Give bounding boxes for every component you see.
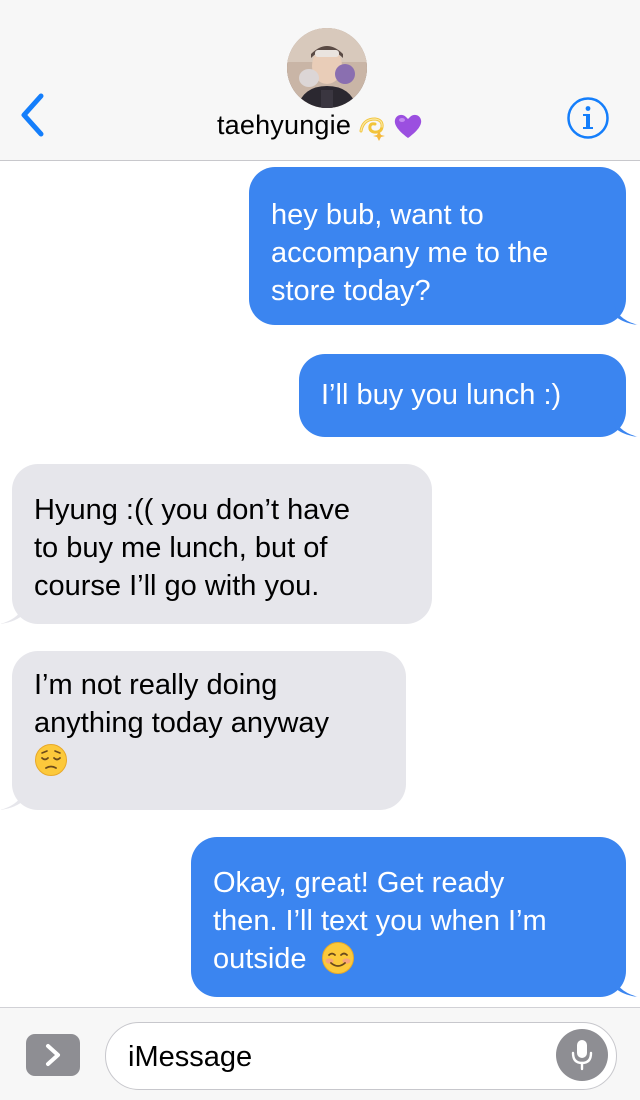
- dictation-button[interactable]: [556, 1029, 608, 1081]
- conversation-header: taehyungie: [0, 0, 640, 161]
- bubble-tail-outgoing: [614, 303, 638, 325]
- message-text: Okay, great! Get ready then. I’ll text y…: [213, 867, 547, 975]
- message-thread: hey bub, want to accompany me to the sto…: [0, 161, 640, 1007]
- chevron-right-icon: [46, 1044, 60, 1066]
- message-bubble-outgoing[interactable]: hey bub, want to accompany me to the sto…: [249, 167, 626, 325]
- message-bubble-outgoing[interactable]: I’ll buy you lunch :): [299, 354, 626, 437]
- imessage-screen: taehyungie hey bub, want to accompany me…: [0, 0, 640, 1100]
- info-button[interactable]: [566, 96, 610, 140]
- apps-button[interactable]: [26, 1034, 80, 1076]
- purple-heart-emoji-icon: [394, 114, 422, 138]
- message-bubble-incoming[interactable]: I’m not really doing anything today anyw…: [12, 651, 406, 810]
- pensive-face-emoji-icon: [35, 744, 67, 776]
- dizzy-emoji-icon: [359, 116, 386, 141]
- bubble-tail-outgoing: [614, 415, 638, 437]
- message-input-bar: [0, 1007, 640, 1100]
- message-text: hey bub, want to accompany me to the sto…: [271, 199, 549, 307]
- info-icon: [567, 97, 609, 139]
- message-bubble-incoming[interactable]: Hyung :(( you don’t have to buy me lunch…: [12, 464, 432, 624]
- message-text: Hyung :(( you don’t have to buy me lunch…: [34, 494, 350, 602]
- contact-name-row[interactable]: taehyungie: [0, 110, 640, 141]
- bubble-tail-incoming: [0, 788, 24, 810]
- message-text: I’ll buy you lunch :): [321, 379, 562, 411]
- imessage-input[interactable]: [126, 1035, 550, 1079]
- contact-name: taehyungie: [216, 110, 352, 140]
- bubble-tail-incoming: [0, 602, 24, 624]
- avatar-photo: [287, 28, 367, 108]
- imessage-field[interactable]: [105, 1022, 617, 1090]
- contact-avatar[interactable]: [287, 28, 367, 108]
- message-bubble-outgoing[interactable]: Okay, great! Get ready then. I’ll text y…: [191, 837, 626, 997]
- bubble-tail-outgoing: [614, 975, 638, 997]
- microphone-icon: [571, 1040, 593, 1071]
- message-text: I’m not really doing anything today anyw…: [34, 669, 330, 739]
- smiling-face-emoji-icon: [321, 942, 354, 974]
